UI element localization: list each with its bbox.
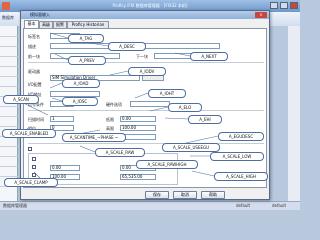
divider (28, 110, 264, 111)
high-limit-label: 高限 (106, 126, 114, 131)
save-button[interactable]: 保存 (145, 191, 169, 199)
help-button[interactable]: 帮助 (201, 191, 225, 199)
next-label: 下一块 (136, 54, 148, 59)
callout-a-scale-clamp: A_SCALE_CLAMP (4, 178, 58, 187)
tag-label: 标签名 (28, 34, 40, 39)
dialog-close-button[interactable]: × (255, 12, 267, 18)
tab-alarms[interactable]: 报警 (53, 21, 67, 28)
scale-clamp-checkbox[interactable] (32, 173, 36, 177)
scale-use-egu-checkbox[interactable] (32, 165, 36, 169)
driver-label: 驱动器 (28, 69, 40, 74)
scale-enabled-checkbox[interactable] (28, 147, 32, 151)
raw-low-field[interactable]: 0.00 (50, 165, 80, 171)
low-limit-field[interactable]: 0.00 (120, 116, 156, 122)
high-limit-field[interactable]: 100.00 (120, 125, 156, 131)
callout-a-ioht: A_IOHT (148, 89, 186, 98)
cancel-button[interactable]: 取消 (173, 191, 197, 199)
status-bar: 数据库管理器 default default (0, 201, 300, 210)
callout-a-scale-enabled: A_SCALE_ENABLED (2, 129, 56, 138)
hardware-options-select[interactable] (130, 101, 170, 107)
tab-basic[interactable]: 基本 (24, 20, 39, 28)
callout-a-iosc: A_IOSC (62, 97, 98, 106)
io-config-label: I/O配置 (28, 82, 42, 87)
callout-a-prev: A_PREV (68, 56, 106, 65)
hardware-options-label: 硬件选项 (106, 102, 122, 107)
divider (28, 143, 264, 144)
callout-a-tag: A_TAG (68, 34, 104, 43)
callout-a-elo: A_ELO (168, 103, 202, 112)
status-text: 数据库管理器 (3, 203, 27, 208)
app-icon (2, 2, 10, 10)
callout-a-next: A_NEXT (190, 52, 228, 61)
dialog-title: 模拟量输入 (21, 11, 269, 19)
callout-a-scantime: A_SCANTIME_~PHASE ~ (62, 133, 126, 142)
callout-a-scale-low: A_SCALE_LOW (210, 152, 264, 161)
scale-high-field[interactable]: 65,535.00 (120, 174, 156, 180)
divider (28, 62, 264, 63)
prev-label: 前一块 (28, 54, 40, 59)
low-limit-label: 低限 (106, 117, 114, 122)
close-icon[interactable] (290, 2, 298, 9)
callout-a-scale-rawhigh: A_SCALE_RAWHIGH (136, 160, 198, 169)
callout-a-ehi: A_EHI (188, 115, 222, 124)
callout-a-egudesc: A_EGUDESC (218, 132, 264, 141)
scale-raw-checkbox[interactable] (32, 157, 36, 161)
tab-historian[interactable]: Proficy Historian (67, 21, 109, 28)
toolbar-label: 数据库 (2, 15, 14, 20)
callout-a-desc: A_DESC (108, 42, 146, 51)
status-cell: default (236, 203, 251, 208)
callout-a-iodv: A_IODV (128, 67, 166, 76)
callout-a-scale-high: A_SCALE_HIGH (214, 172, 268, 181)
minimize-icon[interactable] (270, 2, 278, 9)
maximize-icon[interactable] (280, 2, 288, 9)
scan-time-label: 扫描时间 (28, 117, 44, 122)
tab-advanced[interactable]: 高级 (39, 21, 53, 28)
tag-grid[interactable] (0, 26, 18, 202)
scan-time-field[interactable]: 1 (50, 116, 74, 122)
status-cell: default (272, 203, 287, 208)
desc-label: 描述 (28, 44, 36, 49)
callout-a-scan: A_SCAN (3, 95, 39, 104)
callout-a-scale-raw: A_SCALE_RAW (95, 148, 145, 157)
right-pane (288, 26, 300, 202)
callout-a-scale-useegu: A_SCALE_USEEGU (162, 143, 220, 152)
callout-a-ioad: A_IOAD (62, 79, 100, 88)
